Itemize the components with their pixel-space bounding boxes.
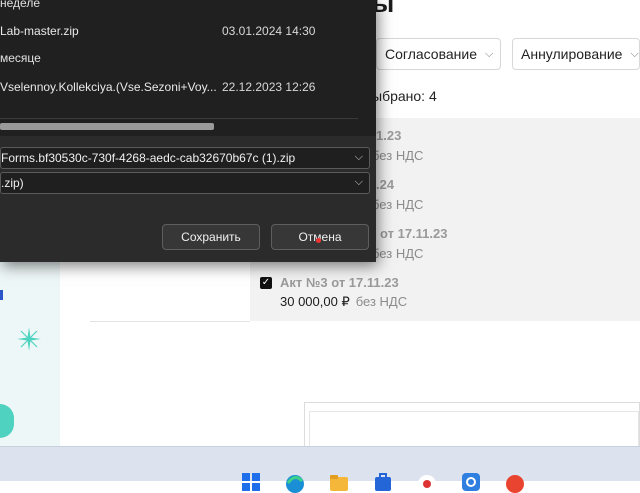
settings-icon[interactable] <box>460 471 482 493</box>
horizontal-scrollbar[interactable] <box>0 123 214 130</box>
edge-icon[interactable] <box>284 471 306 493</box>
act-vat: без НДС <box>372 148 424 163</box>
act-checkbox[interactable]: ✓ <box>260 277 272 289</box>
act-amount: 30 000,00 ₽ без НДС <box>280 294 407 310</box>
file-list-item-date: 22.12.2023 12:26 <box>222 80 316 94</box>
bottom-card-inner <box>309 411 639 446</box>
filetype-value: .zip) <box>1 176 24 190</box>
filter-cancellation-label: Аннулирование <box>521 46 623 62</box>
chevron-down-icon: ⌵ <box>485 47 494 60</box>
selected-count: ыбрано: 4 <box>372 88 437 104</box>
store-icon[interactable] <box>372 471 394 493</box>
filename-value: Forms.bf30530c-730f-4268-aedc-cab32670b6… <box>1 151 296 165</box>
act-amount-value: 30 000,00 ₽ <box>280 294 350 309</box>
act-title: 1.23 <box>376 128 402 143</box>
save-dialog: неделе Lab-master.zip 03.01.2024 14:30 м… <box>0 0 376 262</box>
cancel-button[interactable]: Отмена <box>271 224 369 250</box>
bottom-card <box>304 402 640 446</box>
file-list-item-name[interactable]: Vselennoy.Kollekciya.(Vse.Sezoni+Voy... <box>0 80 217 94</box>
act-title: от 17.11.23 <box>380 226 448 241</box>
chevron-down-icon[interactable]: ⌵ <box>355 176 363 189</box>
filename-field[interactable]: Forms.bf30530c-730f-4268-aedc-cab32670b6… <box>0 147 370 169</box>
filter-approval-dropdown[interactable]: Согласование ⌵ <box>376 38 501 70</box>
file-group-label: месяце <box>0 51 41 65</box>
file-list-divider <box>0 118 358 119</box>
chrome-icon[interactable] <box>416 471 438 493</box>
act-vat: без НДС <box>372 246 424 261</box>
decorative-mark <box>0 290 3 300</box>
filter-cancellation-dropdown[interactable]: Аннулирование ⌵ <box>512 38 640 70</box>
file-explorer-icon[interactable] <box>328 471 350 493</box>
act-vat: без НДС <box>355 294 408 309</box>
save-button[interactable]: Сохранить <box>162 224 260 250</box>
file-list-item-name[interactable]: Lab-master.zip <box>0 24 79 38</box>
sparkle-icon <box>17 327 41 351</box>
taskbar <box>0 446 640 493</box>
file-list-item-date: 03.01.2024 14:30 <box>222 24 316 38</box>
yandex-browser-icon[interactable] <box>504 471 526 493</box>
windows-start-icon[interactable] <box>240 471 262 493</box>
act-title: .24 <box>376 177 395 192</box>
act-title: Акт №3 от 17.11.23 <box>280 275 399 290</box>
chevron-down-icon[interactable]: ⌵ <box>355 151 363 164</box>
chevron-down-icon: ⌵ <box>630 47 639 60</box>
cursor-indicator <box>316 238 321 243</box>
filter-approval-label: Согласование <box>385 46 477 62</box>
act-vat: без НДС <box>372 197 424 212</box>
filetype-dropdown[interactable]: .zip) ⌵ <box>0 172 370 194</box>
file-group-label: неделе <box>0 0 40 10</box>
